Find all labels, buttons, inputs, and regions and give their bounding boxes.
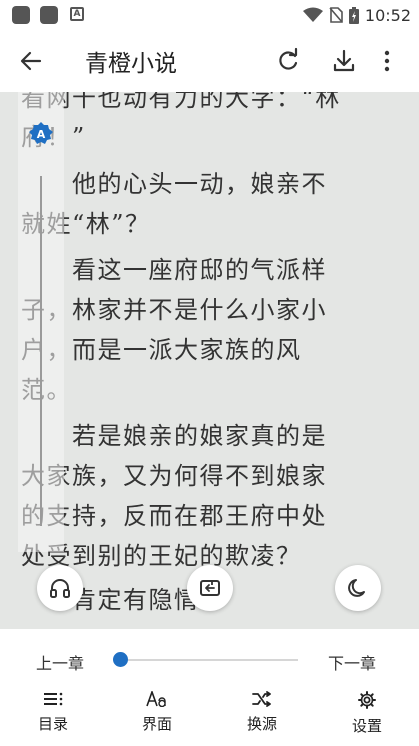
menu-settings-label: 设置 (351, 717, 382, 735)
prev-chapter-button[interactable]: 上一章 (36, 650, 84, 674)
more-options-icon[interactable] (380, 47, 394, 75)
no-sim-icon (329, 7, 343, 23)
shuffle-icon (252, 691, 271, 707)
notification-icon (40, 6, 58, 24)
text-line: 就姓“林”？ (21, 210, 151, 238)
app-bar: 青橙小说 (0, 30, 419, 92)
text-line: 户，而是一派大家族的风 (21, 336, 302, 364)
wifi-icon (302, 7, 323, 22)
listen-button[interactable] (37, 565, 83, 611)
menu-interface-label: 界面 (141, 715, 172, 733)
side-scroll-line[interactable] (40, 176, 42, 526)
status-bar: A 10:52 (0, 0, 419, 30)
page-title: 青橙小说 (85, 51, 177, 77)
next-chapter-button[interactable]: 下一章 (328, 650, 376, 674)
auto-page-icon (200, 580, 220, 596)
text-line: 的支持，反而在郡王府中处 (21, 502, 327, 530)
notification-icon (12, 6, 30, 24)
menu-catalog[interactable]: 目录 (18, 691, 88, 734)
text-line: 看网千也动有力的大字：“林 (21, 92, 341, 112)
app-notification-icon: A (70, 7, 84, 21)
reader-bottom-panel: 上一章 下一章 目录 界面 换源 设置 (0, 629, 419, 746)
text-line: 府！” (21, 117, 401, 152)
text-line: 子，林家并不是什么小家小 (21, 296, 327, 324)
headphones-icon (50, 579, 70, 598)
text-line: 若是娘亲的娘家真的是 (21, 422, 327, 450)
catalog-icon (44, 692, 63, 706)
menu-settings[interactable]: 设置 (332, 691, 402, 736)
back-arrow-icon[interactable] (16, 47, 46, 75)
auto-page-button[interactable] (187, 565, 233, 611)
battery-icon (348, 6, 359, 24)
refresh-icon[interactable] (274, 47, 302, 75)
clock: 10:52 (364, 5, 411, 25)
moon-icon (348, 579, 365, 597)
text-line: 他的心头一动，娘亲不 (21, 170, 327, 198)
translate-badge-label: A (37, 128, 46, 141)
chapter-progress-slider[interactable] (120, 659, 298, 661)
menu-catalog-label: 目录 (37, 715, 68, 733)
menu-change-source[interactable]: 换源 (227, 691, 297, 734)
text-line: 范。 (21, 370, 401, 405)
text-line: 看这一座府邸的气派样 (21, 256, 327, 284)
text-line: 大家族，又为何得不到娘家 (21, 462, 327, 490)
menu-interface[interactable]: 界面 (122, 691, 192, 734)
night-mode-button[interactable] (335, 565, 381, 611)
menu-change-source-label: 换源 (246, 715, 277, 733)
font-icon (146, 691, 166, 707)
download-icon[interactable] (330, 47, 358, 75)
gear-icon (358, 691, 376, 709)
translate-badge-icon[interactable]: A (29, 122, 53, 146)
chapter-progress-thumb[interactable] (113, 652, 128, 667)
